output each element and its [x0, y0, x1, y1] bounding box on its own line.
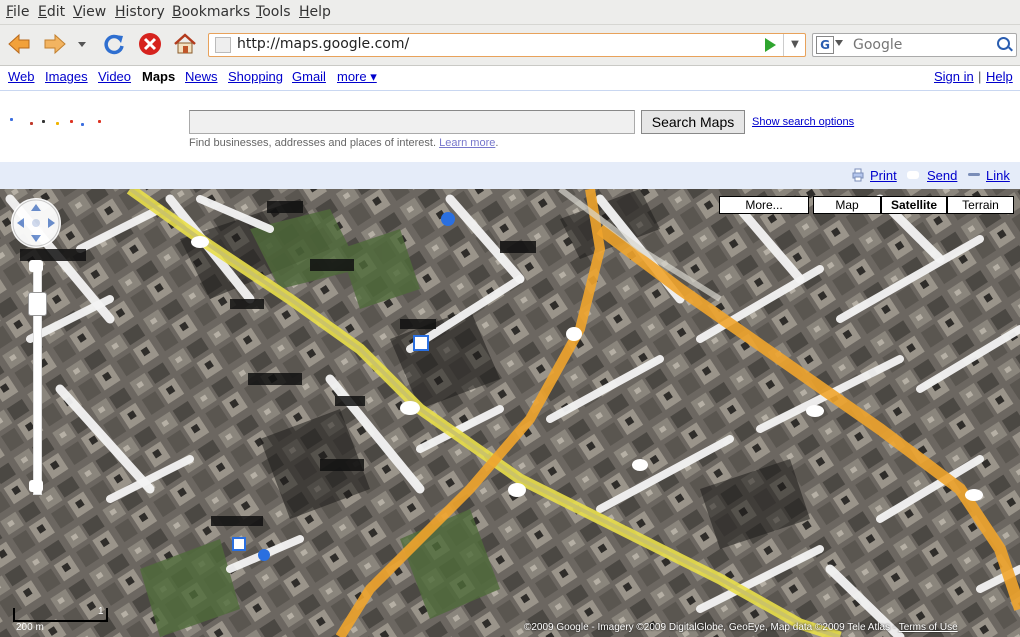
maps-search-input[interactable] [189, 110, 635, 134]
pan-control[interactable] [11, 198, 61, 248]
menu-edit[interactable]: Edit [38, 4, 65, 20]
stop-icon[interactable] [137, 31, 163, 57]
send-link[interactable]: Send [927, 168, 957, 183]
url-dropdown-icon[interactable]: ▼ [783, 34, 806, 56]
copyright-text: ©2009 Google - Imagery ©2009 DigitalGlob… [524, 622, 897, 633]
menu-tools[interactable]: Tools [256, 4, 291, 20]
menu-help[interactable]: Help [299, 4, 331, 20]
navigation-toolbar: ▼ G [0, 25, 1020, 66]
gbar-video-link[interactable]: Video [98, 69, 131, 84]
gbar-maps-current: Maps [142, 69, 176, 84]
google-engine-icon[interactable]: G [816, 36, 834, 54]
menu-bar: File Edit View History Bookmarks Tools H… [0, 0, 1020, 25]
map-scale: 1 200 m [13, 606, 108, 634]
printer-icon [852, 168, 864, 182]
zoom-slider-handle[interactable] [28, 292, 47, 316]
gbar-gmail-link[interactable]: Gmail [292, 69, 326, 84]
zoom-out-button[interactable] [29, 480, 43, 492]
gbar-separator: | [978, 69, 982, 84]
show-search-options-link[interactable]: Show search options [752, 116, 854, 128]
gbar-more-link[interactable]: more ▾ [337, 69, 377, 85]
search-hint-tail: . [495, 137, 499, 149]
search-engine-input[interactable] [853, 36, 993, 54]
menu-history[interactable]: History [115, 4, 165, 20]
search-maps-button[interactable]: Search Maps [641, 110, 745, 134]
help-link[interactable]: Help [986, 69, 1013, 84]
terms-of-use-link[interactable]: Terms of Use [899, 622, 958, 633]
map-type-more-button[interactable]: More... [719, 196, 809, 214]
map-type-map-button[interactable]: Map [813, 196, 881, 214]
go-arrow-icon[interactable] [765, 38, 776, 52]
zoom-in-button[interactable] [29, 260, 43, 272]
search-hint-text: Find businesses, addresses and places of… [189, 137, 437, 149]
map-type-terrain-button[interactable]: Terrain [947, 196, 1014, 214]
envelope-icon [907, 171, 919, 179]
chain-link-icon [968, 173, 980, 176]
google-maps-logo[interactable] [8, 114, 108, 128]
scale-label-imperial: 1 [98, 606, 104, 617]
url-input[interactable] [237, 35, 757, 53]
scale-label-metric: 200 m [16, 622, 44, 633]
google-bar: Web Images Video Maps News Shopping Gmai… [0, 66, 1020, 91]
gbar-news-link[interactable]: News [185, 69, 218, 84]
map-links-bar: Print Send Link [0, 162, 1020, 189]
gbar-shopping-link[interactable]: Shopping [228, 69, 283, 84]
menu-file[interactable]: File [6, 4, 29, 20]
gbar-web-link[interactable]: Web [8, 69, 35, 84]
back-arrow-icon[interactable] [6, 31, 32, 57]
home-icon[interactable] [172, 31, 198, 57]
search-hint: Find businesses, addresses and places of… [189, 137, 498, 149]
history-dropdown-icon[interactable] [74, 31, 90, 57]
satellite-map[interactable]: More... Map Satellite Terrain 1 200 m ©2… [0, 189, 1020, 637]
search-engine-box[interactable]: G [812, 33, 1017, 57]
sign-in-link[interactable]: Sign in [934, 69, 974, 84]
pan-arrows-icon[interactable] [11, 198, 61, 248]
reload-icon[interactable] [101, 31, 127, 57]
search-icon[interactable] [997, 37, 1010, 50]
learn-more-link[interactable]: Learn more [439, 137, 495, 149]
menu-bookmarks[interactable]: Bookmarks [172, 4, 250, 20]
gbar-images-link[interactable]: Images [45, 69, 88, 84]
map-type-satellite-button[interactable]: Satellite [881, 196, 947, 214]
link-link[interactable]: Link [986, 168, 1010, 183]
site-favicon-icon [215, 37, 231, 53]
url-bar[interactable]: ▼ [208, 33, 806, 57]
menu-view[interactable]: View [73, 4, 106, 20]
forward-arrow-icon[interactable] [42, 31, 68, 57]
satellite-imagery[interactable] [0, 189, 1020, 637]
engine-dropdown-icon[interactable] [835, 40, 843, 46]
print-link[interactable]: Print [870, 168, 897, 183]
scale-tick-right [106, 608, 108, 622]
map-copyright: ©2009 Google - Imagery ©2009 DigitalGlob… [524, 622, 1016, 633]
